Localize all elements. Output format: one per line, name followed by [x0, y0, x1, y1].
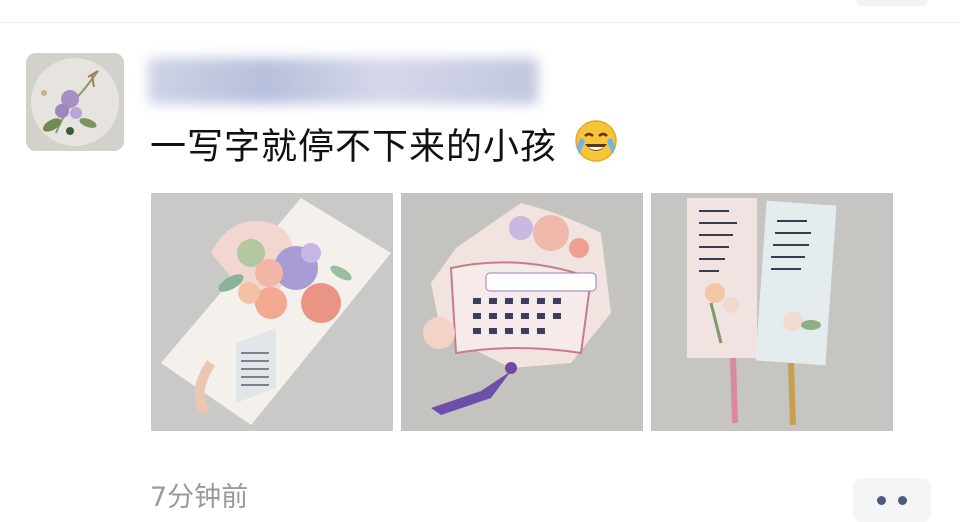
face-with-tears-of-joy-icon — [573, 118, 619, 179]
post-text-content: 一写字就停不下来的小孩 — [150, 126, 558, 168]
post-image-1[interactable] — [151, 193, 393, 431]
post-image-3[interactable] — [651, 193, 893, 431]
post-text: 一写字就停不下来的小孩 — [150, 118, 619, 179]
post-timestamp: 7分钟前 — [150, 482, 249, 513]
paper-bookmarks-image — [651, 193, 893, 431]
avatar[interactable] — [26, 53, 124, 151]
previous-post-more-button[interactable] — [856, 0, 928, 6]
author-name-blurred[interactable] — [148, 58, 538, 104]
divider — [0, 22, 960, 23]
more-button[interactable] — [853, 478, 931, 522]
fan-bookmark-image — [401, 193, 643, 431]
more-dots-icon — [877, 496, 886, 505]
more-dots-icon — [898, 496, 907, 505]
avatar-image — [26, 53, 124, 151]
post-image-2[interactable] — [401, 193, 643, 431]
floral-card-image — [151, 193, 393, 431]
